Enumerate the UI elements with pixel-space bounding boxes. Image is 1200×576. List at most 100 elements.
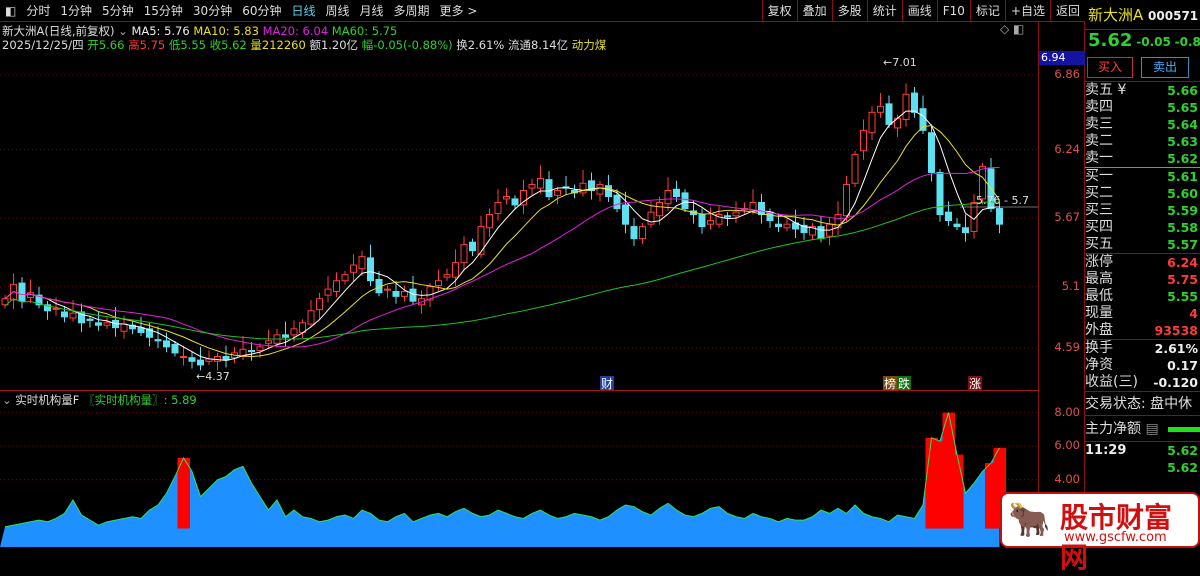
candle — [341, 274, 349, 282]
row-label: 涨停 — [1085, 254, 1113, 270]
indicator-menu-icon[interactable]: ⌄ — [2, 393, 12, 407]
row-label: 卖一 — [1085, 150, 1113, 166]
row-label: 卖二 — [1085, 133, 1113, 149]
candle — [503, 196, 510, 200]
candle — [528, 183, 536, 189]
candle — [333, 280, 340, 293]
row-label: 最高 — [1085, 271, 1113, 287]
candle — [707, 220, 714, 225]
candle — [851, 153, 859, 184]
candle — [486, 214, 493, 229]
candle — [95, 322, 102, 326]
quote-row: 涨停 6.24 — [1085, 254, 1200, 271]
candle — [358, 256, 366, 270]
row-value: 4 — [1189, 306, 1198, 321]
list-icon[interactable]: ▤ — [1145, 421, 1158, 437]
quote-row: 买三 5.59 — [1085, 202, 1200, 219]
price-change: -0.05 — [1136, 35, 1171, 49]
quote-row: 卖二 5.63 — [1085, 133, 1200, 150]
quote-row: 现量 4 — [1085, 305, 1200, 322]
candle — [656, 202, 663, 217]
event-marker-label: 财 — [601, 377, 613, 391]
candle — [817, 226, 825, 240]
candle — [928, 132, 935, 173]
candle — [282, 334, 289, 338]
quote-row: 卖五 ¥ 5.66 — [1085, 82, 1200, 99]
candle — [401, 291, 408, 297]
candle — [409, 288, 417, 302]
row-label: 买二 — [1085, 185, 1113, 201]
candle — [290, 328, 298, 336]
row-label: 外盘 — [1085, 322, 1113, 338]
row-value: -0.120 — [1153, 375, 1198, 390]
candle — [860, 129, 867, 152]
low-label: ←4.37 — [196, 370, 230, 383]
candle — [783, 223, 791, 229]
tick-time: 11:29 — [1085, 443, 1127, 458]
candle — [197, 359, 204, 366]
row-value: 5.60 — [1167, 186, 1198, 201]
row-value: 5.62 — [1167, 151, 1198, 166]
candle — [307, 310, 315, 325]
row-label: 卖三 — [1085, 116, 1113, 132]
indicator-value: 〖实时机构量〗: 5.89 — [83, 393, 197, 407]
quote-row: 卖一 5.62 — [1085, 150, 1200, 167]
quote-row: 净资 0.17 — [1085, 357, 1200, 374]
candle — [469, 241, 476, 252]
candle — [180, 356, 187, 359]
candle — [86, 318, 94, 321]
indicator-bar — [951, 454, 964, 529]
candle — [265, 340, 272, 344]
row-value: 5.64 — [1167, 117, 1198, 132]
kline-chart[interactable]: ←7.01 ←4.37 5.76 - 5.7 财 榜跌 涨 — [0, 0, 1038, 548]
row-value: 5.57 — [1167, 237, 1198, 252]
row-value: 2.61% — [1154, 341, 1198, 356]
indicator-legend: ⌄ 实时机构量F 〖实时机构量〗: 5.89 — [2, 392, 197, 408]
tool-button[interactable]: 返回 — [1049, 0, 1085, 22]
price-axis: 6.94 6.86 6.24 5.67 5.1 4.59 8.00 6.00 4.00 — [1038, 22, 1085, 548]
candle — [732, 211, 740, 217]
buy-button[interactable]: 买入 — [1087, 57, 1133, 78]
candle — [324, 288, 332, 296]
price-change-pct: -0.88% — [1174, 35, 1200, 49]
candle — [494, 202, 502, 214]
candle — [69, 312, 77, 319]
quote-row: 卖四 5.65 — [1085, 99, 1200, 116]
candle — [613, 194, 621, 210]
sell-button[interactable]: 卖出 — [1141, 57, 1189, 78]
row-label: 现量 — [1085, 305, 1113, 321]
event-marker-label: 跌 — [898, 376, 910, 391]
candle — [834, 214, 842, 229]
price-tick: 5.1 — [1061, 278, 1080, 293]
candle — [596, 183, 604, 195]
row-value: 5.63 — [1167, 134, 1198, 149]
bid-list: 买一 5.61 买二 5.60 买三 5.59 买四 5.58 买五 5.57 — [1085, 168, 1200, 254]
pane-divider[interactable] — [0, 390, 1038, 391]
row-value: 5.58 — [1167, 220, 1198, 235]
row-value: 5.65 — [1167, 100, 1198, 115]
candle — [554, 189, 561, 196]
high-label: ←7.01 — [883, 56, 917, 69]
row-label: 换手 — [1085, 340, 1113, 356]
candle — [953, 223, 961, 228]
quote-row: 买一 5.61 — [1085, 168, 1200, 185]
candle — [885, 103, 893, 125]
candle — [911, 92, 918, 113]
candle — [868, 111, 876, 134]
quote-row: 外盘 93538 — [1085, 322, 1200, 339]
candle — [843, 183, 850, 217]
trade-status: 交易状态: 盘中休 — [1085, 392, 1200, 416]
candle — [18, 282, 26, 302]
stats2-list: 换手 2.61% 净资 0.17 收益(三) -0.120 — [1085, 340, 1200, 392]
row-label: 卖四 — [1085, 99, 1113, 115]
main-net-label: 主力净额 — [1085, 421, 1141, 437]
event-marker-label: 涨 — [969, 376, 981, 391]
current-price-tag: 6.94 — [1039, 51, 1085, 65]
candle — [639, 226, 646, 240]
row-label: 最低 — [1085, 288, 1113, 304]
row-value: 0.17 — [1167, 358, 1198, 373]
row-label: 卖五 ¥ — [1085, 82, 1127, 98]
indicator-bar — [177, 457, 190, 529]
row-label: 收益(三) — [1085, 374, 1138, 390]
ma-price-label: 5.76 - 5.7 — [976, 194, 1029, 207]
